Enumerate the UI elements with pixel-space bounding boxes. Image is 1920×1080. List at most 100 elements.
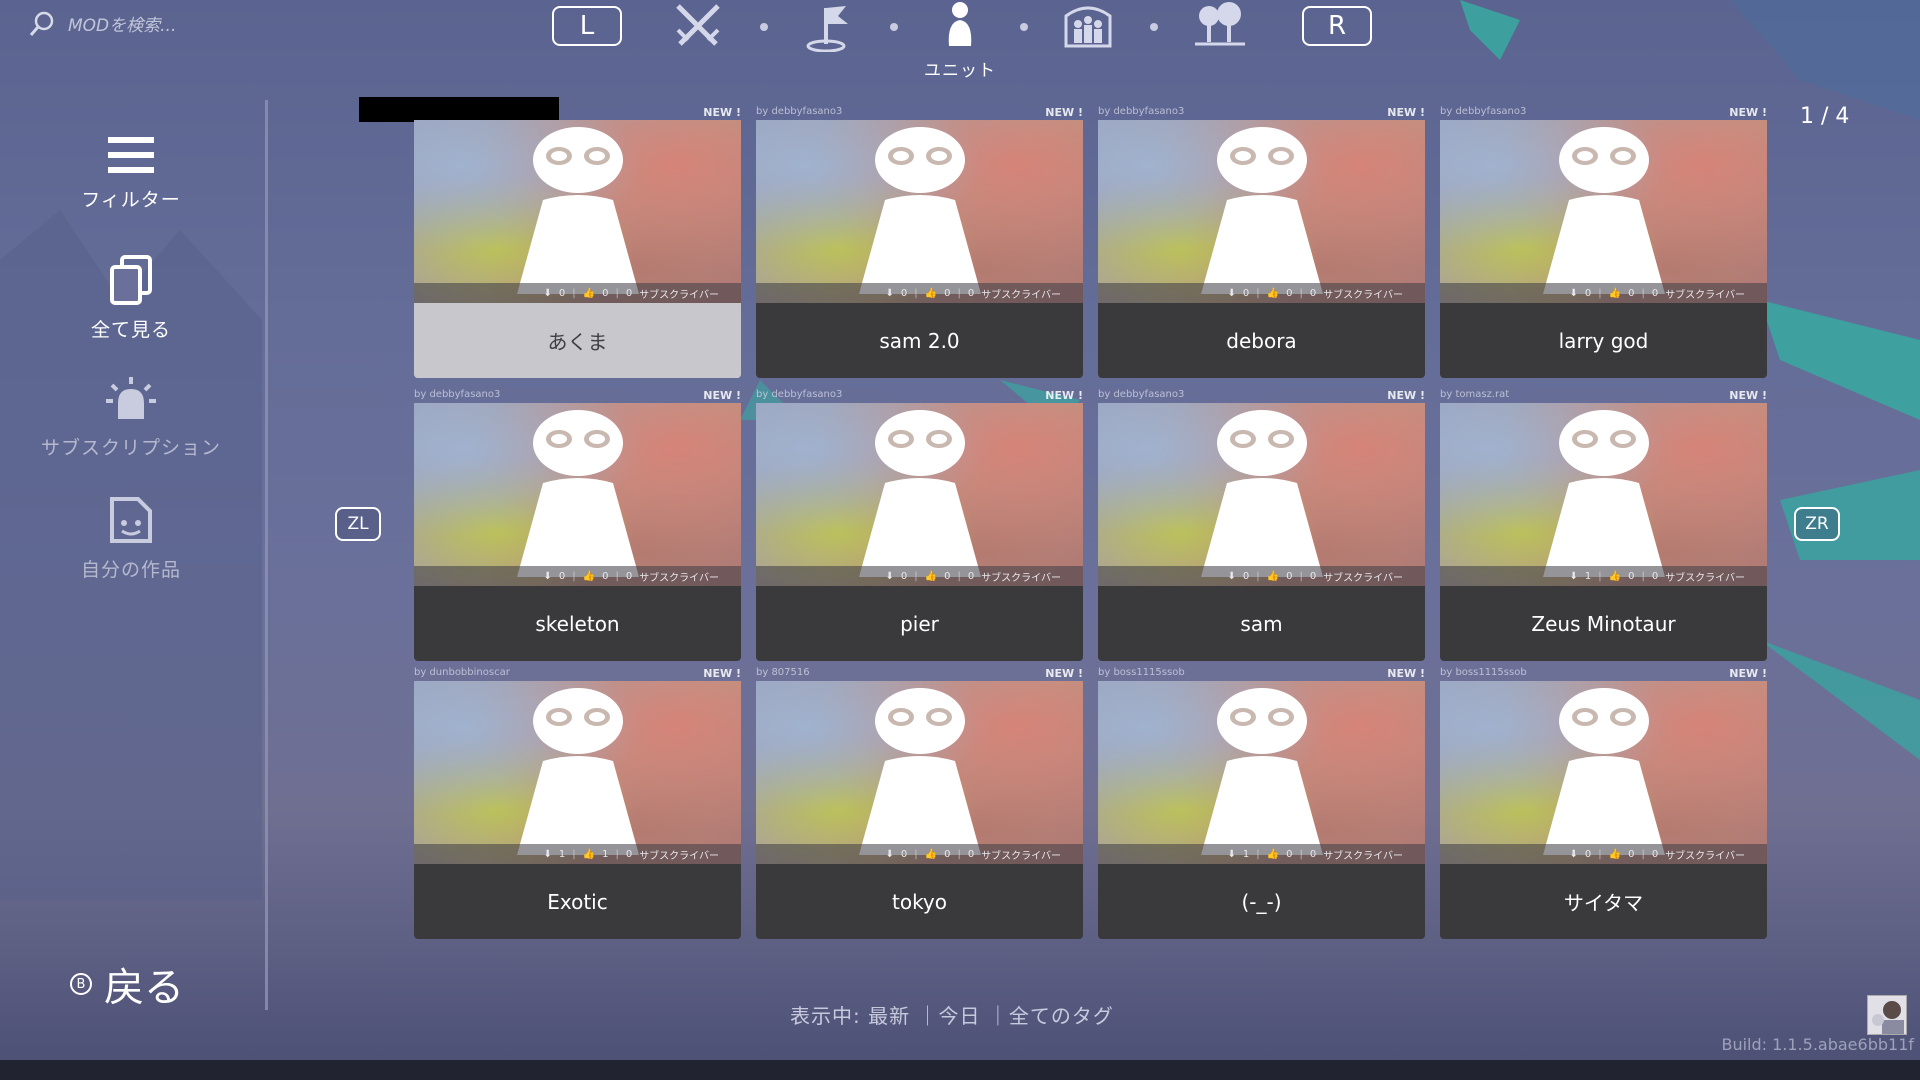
mod-card[interactable]: by dunbobbinoscar NEW ! ⬇ 1 | 👍 1 | 0 サブスクライバー Exo… [414, 667, 741, 939]
card-title: Zeus Minotaur [1440, 586, 1767, 661]
card-header: by boss1115ssob NEW ! [1440, 667, 1767, 681]
download-icon: ⬇ [543, 287, 552, 299]
like-count: 0 [944, 848, 951, 860]
mod-card[interactable]: by debbyfasano3 NEW ! ⬇ 0 | 👍 0 | 0 サブスクライバー sam 2… [756, 106, 1083, 378]
subscriber-count: 0 [625, 848, 633, 860]
nav-separator-dot [760, 23, 768, 31]
like-count: 0 [1628, 848, 1635, 860]
sidebar-item-label: 全て見る [90, 319, 171, 341]
new-badge: NEW ! [703, 389, 741, 402]
sidebar-item-filter[interactable]: フィルター [0, 135, 262, 212]
card-stats: ⬇ 0 | 👍 0 | 0 サブスクライバー [1440, 283, 1767, 303]
thumbs-up-icon: 👍 [1608, 848, 1622, 860]
mod-card[interactable]: by 807516 NEW ! ⬇ 0 | 👍 0 | 0 サブスクライバー tokyo [756, 667, 1083, 939]
sidebar-item-my-works[interactable]: 自分の作品 [0, 495, 262, 582]
mod-card[interactable]: by debbyfasano3 NEW ! ⬇ 0 | 👍 0 | 0 サブスクライバー larry… [1440, 106, 1767, 378]
card-title: (-_-) [1098, 864, 1425, 939]
card-author: by debbyfasano3 [756, 106, 843, 117]
like-count: 0 [602, 287, 609, 299]
like-count: 0 [1628, 570, 1635, 582]
zl-prev-page-button[interactable]: ZL [335, 507, 381, 541]
card-header: NEW ! [414, 106, 741, 120]
b-button-icon: B [70, 973, 92, 995]
download-icon: ⬇ [885, 570, 894, 582]
card-author: by debbyfasano3 [1440, 106, 1527, 117]
tab-maps[interactable] [802, 0, 854, 56]
card-stats: ⬇ 0 | 👍 0 | 0 サブスクライバー [756, 844, 1083, 864]
download-count: 0 [900, 287, 908, 299]
nav-separator-dot [1150, 23, 1158, 31]
download-icon: ⬇ [1569, 848, 1578, 860]
thumbs-up-icon: 👍 [1266, 287, 1280, 299]
placeholder-figure-icon [855, 687, 985, 859]
thumbs-up-icon: 👍 [1266, 570, 1280, 582]
bumper-r-button[interactable]: R [1302, 6, 1372, 46]
tab-units[interactable]: ユニット [920, 0, 1000, 81]
thumbs-up-icon: 👍 [924, 287, 938, 299]
group-icon [1062, 0, 1114, 54]
download-icon: ⬇ [1569, 287, 1578, 299]
zr-next-page-button[interactable]: ZR [1794, 507, 1840, 541]
download-icon: ⬇ [1227, 570, 1236, 582]
subscriber-count: 0 [1651, 287, 1659, 299]
mod-card[interactable]: by boss1115ssob NEW ! ⬇ 1 | 👍 0 | 0 サブスクライバー (-_-) [1098, 667, 1425, 939]
download-count: 0 [1242, 570, 1250, 582]
mod-card[interactable]: by boss1115ssob NEW ! ⬇ 0 | 👍 0 | 0 サブスクライバー サイタマ [1440, 667, 1767, 939]
mod-card[interactable]: by tomasz.rat NEW ! ⬇ 1 | 👍 0 | 0 サブスクライバー Zeus Mi… [1440, 389, 1767, 661]
placeholder-figure-icon [1197, 409, 1327, 581]
placeholder-figure-icon [513, 126, 643, 298]
hamburger-menu-icon [108, 135, 154, 179]
tab-scenery[interactable] [1193, 0, 1247, 52]
nav-separator-dot [1020, 23, 1028, 31]
subscriber-label: サブスクライバー [1323, 289, 1403, 301]
card-title: skeleton [414, 586, 741, 661]
crossed-swords-icon [672, 0, 724, 54]
card-author: by boss1115ssob [1098, 667, 1185, 678]
card-stats: ⬇ 0 | 👍 0 | 0 サブスクライバー [1440, 844, 1767, 864]
card-author: by debbyfasano3 [414, 389, 501, 400]
like-count: 0 [1628, 287, 1635, 299]
sidebar-item-view-all[interactable]: 全て見る [0, 255, 262, 342]
download-count: 1 [558, 848, 566, 860]
thumbs-up-icon: 👍 [582, 848, 596, 860]
new-badge: NEW ! [1045, 389, 1083, 402]
mod-card[interactable]: by debbyfasano3 NEW ! ⬇ 0 | 👍 0 | 0 サブスクライバー sam [1098, 389, 1425, 661]
card-header: by debbyfasano3 NEW ! [414, 389, 741, 403]
download-count: 0 [1584, 848, 1592, 860]
card-title: sam [1098, 586, 1425, 661]
card-title: tokyo [756, 864, 1083, 939]
download-count: 0 [558, 570, 566, 582]
subscriber-count: 0 [625, 570, 633, 582]
like-count: 0 [944, 570, 951, 582]
mod-card[interactable]: by debbyfasano3 NEW ! ⬇ 0 | 👍 0 | 0 サブスクライバー debor… [1098, 106, 1425, 378]
subscriber-count: 0 [967, 848, 975, 860]
subscriber-label: サブスクライバー [1665, 850, 1745, 862]
subscriber-label: サブスクライバー [1323, 572, 1403, 584]
thumbs-up-icon: 👍 [582, 287, 596, 299]
subscriber-label: サブスクライバー [981, 289, 1061, 301]
build-version: Build: 1.1.5.abae6bb11f [1721, 1035, 1914, 1054]
subscriber-label: サブスクライバー [981, 572, 1061, 584]
copy-pages-icon [106, 255, 156, 309]
tab-factions[interactable] [1062, 0, 1114, 54]
category-tabs: L ユニット R [0, 0, 1920, 90]
download-count: 0 [1584, 287, 1592, 299]
mod-card[interactable]: NEW ! ⬇ 0 | 👍 0 | 0 サブスクライバー あくま [414, 106, 741, 378]
card-title: サイタマ [1440, 864, 1767, 939]
mod-card[interactable]: by debbyfasano3 NEW ! ⬇ 0 | 👍 0 | 0 サブスクライバー pier [756, 389, 1083, 661]
placeholder-figure-icon [1539, 126, 1669, 298]
back-label: 戻る [104, 965, 184, 1011]
alarm-bell-icon [104, 375, 158, 427]
download-count: 0 [558, 287, 566, 299]
back-button[interactable]: B 戻る [70, 955, 184, 1013]
card-header: by dunbobbinoscar NEW ! [414, 667, 741, 681]
new-badge: NEW ! [1729, 389, 1767, 402]
mod-card[interactable]: by debbyfasano3 NEW ! ⬇ 0 | 👍 0 | 0 サブスクライバー skele… [414, 389, 741, 661]
card-header: by tomasz.rat NEW ! [1440, 389, 1767, 403]
card-thumbnail: ⬇ 1 | 👍 0 | 0 サブスクライバー [1440, 403, 1767, 586]
tab-weapons[interactable] [672, 0, 724, 54]
user-avatar[interactable] [1867, 995, 1907, 1035]
sidebar-item-subscriptions[interactable]: サブスクリプション [0, 375, 262, 460]
smiley-document-icon [106, 495, 156, 549]
bumper-l-button[interactable]: L [552, 6, 622, 46]
